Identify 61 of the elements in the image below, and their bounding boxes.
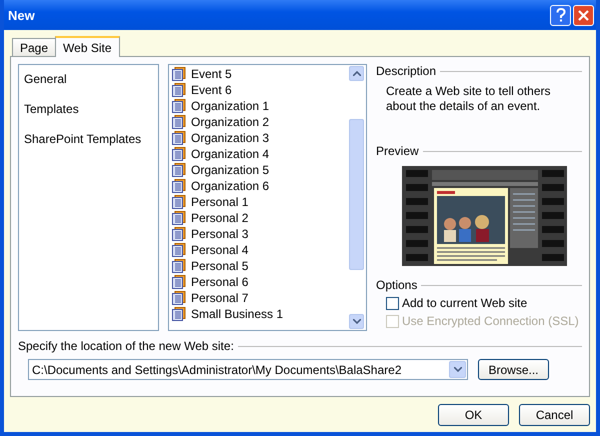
location-combo-box[interactable]: C:\Documents and Settings\Administrator\My Documents\BalaShare2 xyxy=(28,359,468,380)
dialog-button[interactable]: Cancel xyxy=(519,404,590,426)
template-item[interactable]: Personal 1 xyxy=(190,195,250,209)
template-item[interactable]: Event 6 xyxy=(190,83,233,97)
web-page-icon xyxy=(171,258,186,274)
web-page-icon xyxy=(171,274,186,290)
window-title: New xyxy=(8,8,36,22)
browse-button[interactable]: Browse... xyxy=(478,359,549,380)
web-page-icon xyxy=(171,130,186,146)
web-page-icon xyxy=(171,210,186,226)
web-page-icon xyxy=(171,114,186,130)
help-button[interactable] xyxy=(550,4,571,26)
dropdown-button[interactable] xyxy=(449,361,466,378)
help-icon xyxy=(556,8,566,22)
template-item[interactable]: Organization 4 xyxy=(190,147,270,161)
scrollbar-thumb[interactable] xyxy=(349,119,364,270)
web-page-icon xyxy=(171,98,186,114)
template-item[interactable]: Event 5 xyxy=(190,67,233,81)
template-item[interactable]: Organization 1 xyxy=(190,99,270,113)
web-page-icon xyxy=(171,194,186,210)
web-page-icon xyxy=(171,82,186,98)
template-item[interactable]: Organization 5 xyxy=(190,163,270,177)
checkbox-label: Add to current Web site xyxy=(402,296,528,310)
close-button[interactable] xyxy=(573,4,594,26)
scroll-up-icon xyxy=(352,71,360,76)
tab[interactable]: Page xyxy=(12,38,56,56)
template-item[interactable]: Personal 7 xyxy=(190,291,250,305)
dialog-button[interactable]: OK xyxy=(438,404,509,426)
template-item[interactable]: Personal 3 xyxy=(190,227,250,241)
scroll-up-button[interactable] xyxy=(349,66,364,81)
category-item[interactable]: General xyxy=(22,71,69,87)
section-heading: Description xyxy=(376,64,436,78)
template-item[interactable]: Organization 2 xyxy=(190,115,270,129)
scroll-down-icon xyxy=(454,367,462,372)
scroll-down-button[interactable] xyxy=(349,314,364,329)
category-item[interactable]: SharePoint Templates xyxy=(22,131,144,147)
checkbox[interactable] xyxy=(386,296,399,310)
template-item[interactable]: Organization 6 xyxy=(190,179,270,193)
web-page-icon xyxy=(171,178,186,194)
close-icon xyxy=(578,10,589,20)
section-heading: Options xyxy=(376,278,418,292)
web-page-icon xyxy=(171,290,186,306)
web-page-icon xyxy=(171,162,186,178)
description-text: Create a Web site to tell others about the details of an event. xyxy=(386,84,552,115)
location-label: Specify the location of the new Web site: xyxy=(18,339,234,353)
section-heading: Preview xyxy=(376,144,419,158)
category-item[interactable]: Templates xyxy=(22,101,81,117)
template-item[interactable]: Organization 3 xyxy=(190,131,270,145)
template-item[interactable]: Personal 5 xyxy=(190,259,250,273)
tab[interactable]: Web Site xyxy=(55,36,120,57)
scroll-down-icon xyxy=(352,319,360,324)
template-item[interactable]: Personal 6 xyxy=(190,275,250,289)
template-item[interactable]: Personal 2 xyxy=(190,211,250,225)
web-page-icon xyxy=(171,306,186,322)
web-page-icon xyxy=(171,242,186,258)
web-page-icon xyxy=(171,226,186,242)
template-item[interactable]: Personal 4 xyxy=(190,243,250,257)
web-page-icon xyxy=(171,66,186,82)
checkbox-label: Use Encrypted Connection (SSL) xyxy=(402,314,579,328)
web-page-icon xyxy=(171,146,186,162)
template-item[interactable]: Small Business 1 xyxy=(190,307,284,321)
